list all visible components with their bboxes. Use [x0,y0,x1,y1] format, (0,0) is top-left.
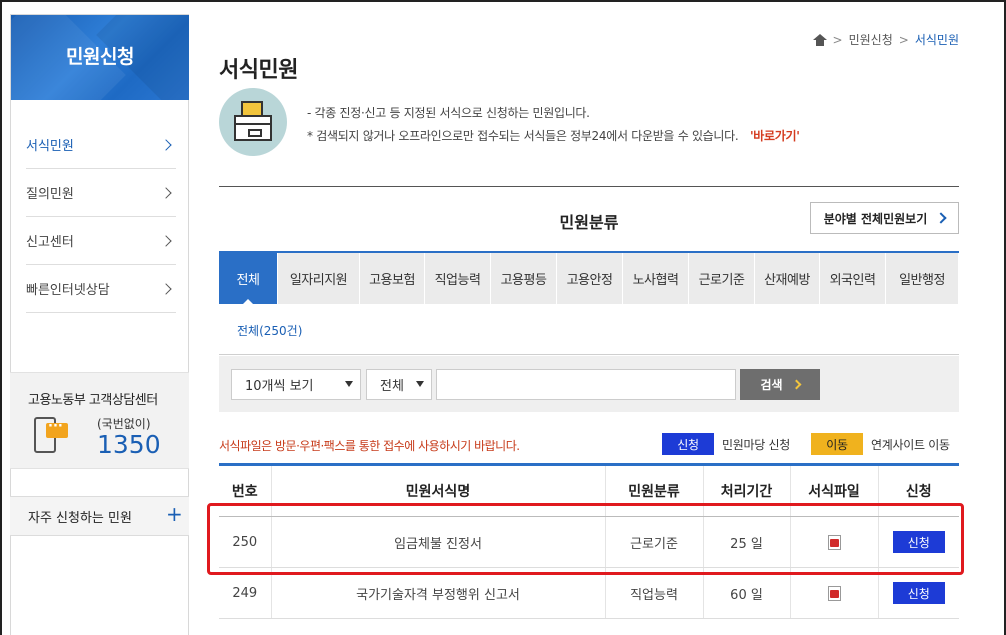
header-period: 처리기간 [702,463,790,517]
sidebar-header: 민원신청 [11,15,189,100]
tab-all[interactable]: 전체 [219,253,278,305]
frequent-complaints[interactable]: 자주 신청하는 민원 + [10,496,189,536]
sidebar-item-label: 질의민원 [26,187,74,202]
sidebar-item-label: 빠른인터넷상담 [26,283,110,298]
breadcrumb-item[interactable]: 민원신청 [849,31,893,48]
header-category: 민원분류 [604,463,703,517]
dropdown-arrow-icon [345,381,353,387]
breadcrumb: > 민원신청 > 서식민원 [812,31,959,48]
breadcrumb-current: 서식민원 [914,33,959,47]
tab-employment-insurance[interactable]: 고용보험 [360,253,425,304]
phone-chat-icon [34,417,68,453]
tab-accident-prevention[interactable]: 산재예방 [755,253,820,304]
legend-text: 민원마당 신청 [722,437,790,452]
header-number: 번호 [219,463,271,517]
breadcrumb-separator: > [898,32,909,47]
plus-icon[interactable]: + [166,502,183,526]
file-download-icon[interactable] [827,585,841,601]
category-tabs: 전체 일자리지원 고용보험 직업능력 고용평등 고용안정 노사협력 근로기준 산… [219,251,959,305]
file-usage-warning: 서식파일은 방문·우편·팩스를 통한 접수에 사용하시기 바랍니다. [219,439,520,453]
view-all-by-field-button[interactable]: 분야별 전체민원보기 [810,202,959,234]
table-row: 250 임금체불 진정서 근로기준 25 일 신청 [219,516,959,568]
chevron-right-icon [160,282,172,295]
header-form-name: 민원서식명 [270,463,605,517]
subtab-all-count[interactable]: 전체(250건) [237,322,302,339]
call-center-box: 고용노동부 고객상담센터 (국번없이) 1350 [10,372,189,469]
tab-general-admin[interactable]: 일반행정 [886,253,959,304]
scope-value: 전체 [380,379,404,394]
call-center-number: 1350 [97,430,161,459]
apply-button[interactable]: 신청 [892,531,945,553]
apply-button[interactable]: 신청 [892,582,945,604]
legend-move: 이동 연계사이트 이동 [811,433,950,455]
search-filter-bar: 10개씩 보기 전체 검색 [219,356,959,412]
divider [219,186,959,187]
chevron-right-icon [791,379,801,390]
tab-employment-equality[interactable]: 고용평등 [491,253,557,304]
note-line: * 검색되지 않거나 오프라인으로만 접수되는 서식들은 정부24에서 다운받을… [307,129,739,143]
sidebar-item-form-complaint[interactable]: 서식민원 [26,121,176,169]
view-all-label: 분야별 전체민원보기 [823,211,928,226]
scope-select[interactable]: 전체 [366,369,432,400]
breadcrumb-separator: > [832,32,843,47]
note-line: - 각종 진정·신고 등 지정된 서식으로 신청하는 민원입니다. [307,106,590,120]
tab-vocational-ability[interactable]: 직업능력 [425,253,491,304]
frequent-complaints-label: 자주 신청하는 민원 [28,511,132,526]
search-input[interactable] [436,369,736,400]
shortcut-link[interactable]: '바로가기' [750,129,800,143]
sidebar: 민원신청 서식민원 질의민원 신고센터 빠른인터넷상담 [10,14,189,635]
row-form-name[interactable]: 임금체불 진정서 [270,516,605,568]
row-number: 250 [219,516,271,568]
row-apply: 신청 [877,516,959,568]
chevron-right-icon [160,138,172,151]
info-notes: - 각종 진정·신고 등 지정된 서식으로 신청하는 민원입니다. * 검색되지… [307,102,800,148]
sidebar-item-quick-consult[interactable]: 빠른인터넷상담 [26,265,176,313]
complaint-table: 번호 민원서식명 민원분류 처리기간 서식파일 신청 250 임금체불 진정서 … [219,463,959,619]
legend-apply: 신청 민원마당 신청 [662,433,790,455]
sidebar-item-label: 서식민원 [26,139,74,154]
divider [219,354,959,355]
row-form-name[interactable]: 국가기술자격 부정행위 신고서 [270,567,605,619]
table-row: 249 국가기술자격 부정행위 신고서 직업능력 60 일 신청 [219,567,959,619]
page-title: 서식민원 [219,58,298,83]
search-button-label: 검색 [760,378,783,392]
dropdown-arrow-icon [416,381,424,387]
legend-badge-move: 이동 [811,433,863,455]
row-form-file [789,516,878,568]
search-button[interactable]: 검색 [740,369,820,400]
note-line-2: * 검색되지 않거나 오프라인으로만 접수되는 서식들은 정부24에서 다운받을… [307,125,800,148]
row-form-file [789,567,878,619]
row-category: 직업능력 [604,567,703,619]
sidebar-item-inquiry[interactable]: 질의민원 [26,169,176,217]
per-page-select[interactable]: 10개씩 보기 [231,369,361,400]
sidebar-item-report-center[interactable]: 신고센터 [26,217,176,265]
file-download-icon[interactable] [827,534,841,550]
document-box-icon [219,88,287,156]
chevron-right-icon [160,234,172,247]
row-number: 249 [219,567,271,619]
row-category: 근로기준 [604,516,703,568]
row-period: 60 일 [702,567,790,619]
tab-labor-cooperation[interactable]: 노사협력 [623,253,689,304]
chevron-right-icon [935,212,947,224]
tab-foreign-workforce[interactable]: 외국인력 [820,253,886,304]
sidebar-title: 민원신청 [66,46,134,68]
sidebar-nav: 서식민원 질의민원 신고센터 빠른인터넷상담 [26,121,176,313]
sidebar-item-label: 신고센터 [26,235,74,250]
tab-employment-stability[interactable]: 고용안정 [557,253,623,304]
row-apply: 신청 [877,567,959,619]
home-icon[interactable] [812,33,827,46]
table-header-row: 번호 민원서식명 민원분류 처리기간 서식파일 신청 [219,463,959,517]
call-center-title: 고용노동부 고객상담센터 [28,393,158,408]
row-period: 25 일 [702,516,790,568]
header-form-file: 서식파일 [789,463,878,517]
chevron-right-icon [160,186,172,199]
tab-labor-standards[interactable]: 근로기준 [689,253,755,304]
per-page-value: 10개씩 보기 [245,379,314,394]
tab-job-support[interactable]: 일자리지원 [278,253,360,304]
legend-text: 연계사이트 이동 [871,437,950,452]
legend-badge-apply: 신청 [662,433,714,455]
header-apply: 신청 [877,463,959,517]
